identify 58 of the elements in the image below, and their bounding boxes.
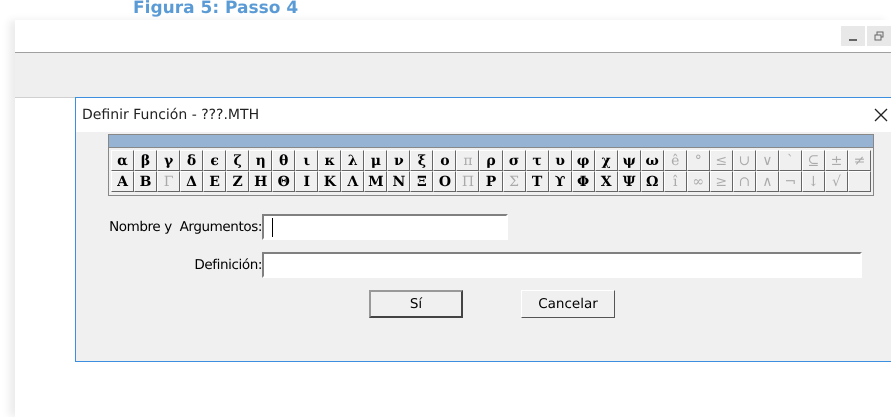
symbol-key[interactable]: Τ: [526, 171, 549, 192]
symbol-key[interactable]: Ο: [433, 171, 456, 192]
symbol-key[interactable]: δ: [180, 150, 204, 171]
minimize-icon: [849, 39, 857, 41]
symbol-key[interactable]: Θ: [272, 171, 296, 192]
symbol-key[interactable]: χ: [594, 150, 618, 171]
symbol-key[interactable]: Ε: [203, 171, 226, 192]
symbol-key[interactable]: ρ: [479, 150, 502, 171]
blank-key[interactable]: [848, 171, 871, 192]
symbol-key[interactable]: γ: [157, 150, 180, 171]
symbol-key[interactable]: Ψ: [618, 171, 641, 192]
symbol-key[interactable]: λ: [341, 150, 364, 171]
symbol-key[interactable]: ζ: [226, 150, 250, 171]
symbol-key[interactable]: ϒ: [548, 171, 572, 192]
symbol-key[interactable]: Ω: [640, 171, 664, 192]
symbol-key[interactable]: Ζ: [226, 171, 250, 192]
symbol-key[interactable]: Η: [249, 171, 272, 192]
symbol-key[interactable]: η: [249, 150, 272, 171]
symbol-key[interactable]: Μ: [364, 171, 388, 192]
symbol-key[interactable]: τ: [526, 150, 549, 171]
restore-button[interactable]: [867, 26, 891, 46]
symbol-key[interactable]: ω: [640, 150, 664, 171]
symbol-key[interactable]: Ι: [295, 171, 318, 192]
close-button[interactable]: [874, 108, 888, 122]
dialog-title: Definir Función - ???.MTH: [82, 107, 260, 123]
dialog-button[interactable]: Sí: [369, 290, 463, 318]
symbol-key[interactable]: ι: [295, 150, 318, 171]
symbol-key[interactable]: ϵ: [203, 150, 226, 171]
symbol-key[interactable]: υ: [548, 150, 572, 171]
symbol-key[interactable]: Λ: [341, 171, 364, 192]
symbol-key[interactable]: ν: [387, 150, 410, 171]
symbol-key[interactable]: Φ: [572, 171, 595, 192]
symbol-key[interactable]: α: [111, 150, 134, 171]
symbol-key[interactable]: Δ: [180, 171, 204, 192]
symbol-key[interactable]: Κ: [318, 171, 342, 192]
dialog-button[interactable]: Cancelar: [521, 290, 615, 318]
symbol-key[interactable]: θ: [272, 150, 296, 171]
minimize-button[interactable]: [841, 26, 865, 46]
symbol-key[interactable]: Ν: [387, 171, 410, 192]
symbol-key[interactable]: φ: [572, 150, 595, 171]
symbol-key[interactable]: Χ: [594, 171, 618, 192]
restore-icon: [874, 31, 884, 41]
symbol-key[interactable]: Β: [134, 171, 158, 192]
symbol-key[interactable]: β: [134, 150, 158, 171]
figure-caption: Figura 5: Passo 4: [133, 0, 298, 18]
symbol-key[interactable]: κ: [318, 150, 342, 171]
text-field[interactable]: [262, 252, 862, 278]
symbol-key[interactable]: ψ: [618, 150, 641, 171]
symbol-key[interactable]: ξ: [410, 150, 434, 171]
symbol-key[interactable]: Ξ: [410, 171, 434, 192]
symbol-key[interactable]: μ: [364, 150, 388, 171]
field-label: Nombre y Argumentos:: [108, 219, 262, 235]
symbol-key[interactable]: ο: [433, 150, 456, 171]
symbol-key[interactable]: σ: [502, 150, 526, 171]
symbol-key[interactable]: Α: [111, 171, 134, 192]
field-label: Definición:: [193, 257, 262, 273]
symbol-key[interactable]: Ρ: [479, 171, 502, 192]
text-field[interactable]: [262, 214, 508, 240]
